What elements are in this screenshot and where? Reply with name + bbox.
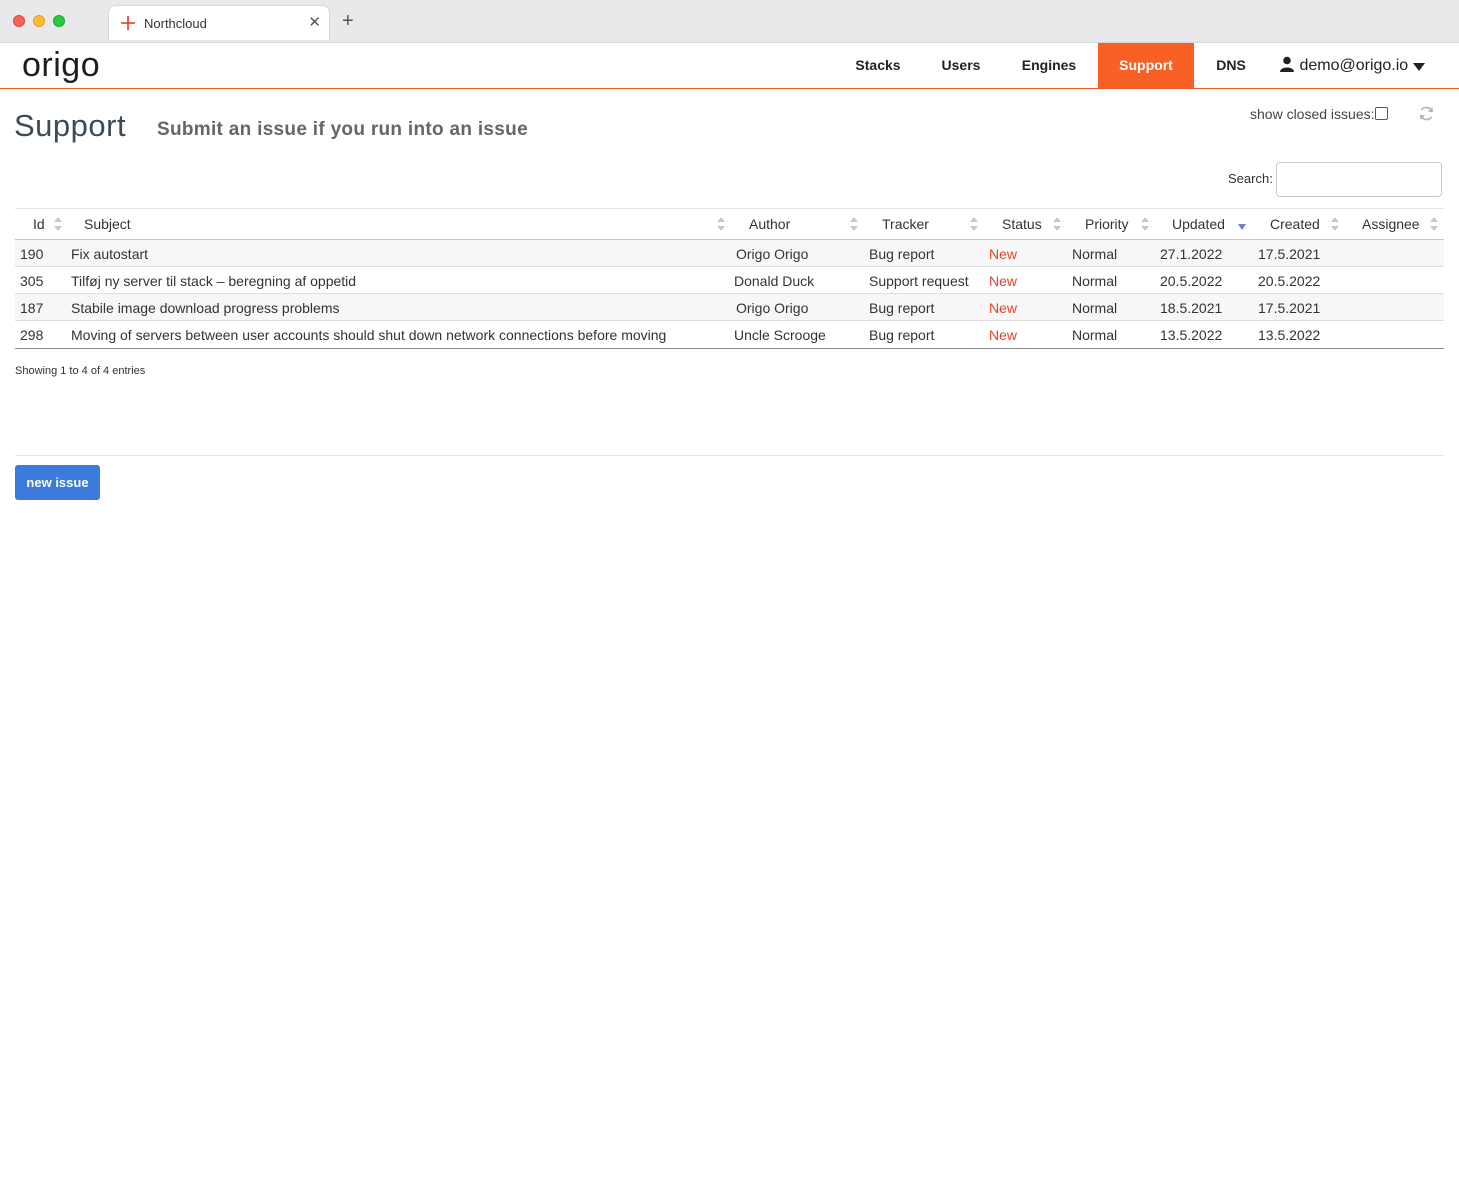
sort-icon[interactable] xyxy=(1430,217,1438,231)
column-header-status[interactable]: Status xyxy=(1002,216,1042,232)
column-header-assignee[interactable]: Assignee xyxy=(1362,216,1420,232)
tab-title: Northcloud xyxy=(144,16,207,31)
search-label: Search: xyxy=(1228,171,1273,186)
cell-priority: Normal xyxy=(1072,273,1118,289)
sort-icon[interactable] xyxy=(970,217,978,231)
browser-tab[interactable]: Northcloud ✕ xyxy=(108,5,330,40)
column-header-subject[interactable]: Subject xyxy=(84,216,131,232)
cell-tracker: Bug report xyxy=(869,300,935,316)
cell-subject[interactable]: Tilføj ny server til stack – beregning a… xyxy=(71,273,356,289)
cell-created: 17.5.2021 xyxy=(1258,246,1321,262)
nav-stacks[interactable]: Stacks xyxy=(838,43,918,88)
page-title: Support xyxy=(14,108,127,143)
new-issue-button[interactable]: new issue xyxy=(15,465,100,500)
sort-icon[interactable] xyxy=(1053,217,1061,231)
column-header-updated[interactable]: Updated xyxy=(1172,216,1225,232)
cell-created: 13.5.2022 xyxy=(1258,327,1321,343)
table-bottom-border xyxy=(15,348,1444,349)
sort-icon[interactable] xyxy=(1141,217,1149,231)
cell-tracker: Bug report xyxy=(869,246,935,262)
logo[interactable]: origo xyxy=(22,46,100,85)
maximize-window-button[interactable] xyxy=(53,15,65,27)
table-row[interactable]: 305 Tilføj ny server til stack – beregni… xyxy=(15,267,1444,294)
sort-icon[interactable] xyxy=(850,217,858,231)
cell-priority: Normal xyxy=(1072,327,1118,343)
cell-status: New xyxy=(989,327,1018,343)
cell-author: Origo Origo xyxy=(736,300,809,316)
table-header: Id Subject Author Tracker Status Priorit… xyxy=(15,208,1444,240)
cell-id: 305 xyxy=(20,273,44,289)
cell-tracker: Support request xyxy=(869,273,969,289)
caret-down-icon xyxy=(1412,63,1425,71)
minimize-window-button[interactable] xyxy=(33,15,45,27)
user-email: demo@origo.io xyxy=(1299,57,1409,74)
cell-subject[interactable]: Moving of servers between user accounts … xyxy=(71,327,666,343)
cell-author: Origo Origo xyxy=(736,246,809,262)
cell-status: New xyxy=(989,273,1018,289)
cell-author: Donald Duck xyxy=(734,273,815,289)
table-info: Showing 1 to 4 of 4 entries xyxy=(15,365,146,377)
cell-updated: 20.5.2022 xyxy=(1160,273,1223,289)
user-menu[interactable]: demo@origo.io xyxy=(1279,43,1425,88)
column-header-created[interactable]: Created xyxy=(1270,216,1320,232)
cell-priority: Normal xyxy=(1072,246,1118,262)
cell-subject[interactable]: Fix autostart xyxy=(71,246,148,262)
cell-author: Uncle Scrooge xyxy=(734,327,826,343)
search-input[interactable] xyxy=(1276,162,1442,197)
column-header-tracker[interactable]: Tracker xyxy=(882,216,929,232)
sort-icon[interactable] xyxy=(54,217,62,231)
navbar: origo Stacks Users Engines Support DNS d… xyxy=(0,43,1459,89)
column-header-id[interactable]: Id xyxy=(33,216,45,232)
cell-id: 298 xyxy=(20,327,44,343)
nav-support[interactable]: Support xyxy=(1098,43,1194,88)
sort-desc-icon[interactable] xyxy=(1238,223,1246,231)
divider xyxy=(15,455,1444,456)
nav-dns[interactable]: DNS xyxy=(1206,43,1256,88)
cell-id: 187 xyxy=(20,300,44,316)
page-subtitle: Submit an issue if you run into an issue xyxy=(157,119,528,140)
sort-icon[interactable] xyxy=(1331,217,1339,231)
show-closed-checkbox[interactable] xyxy=(1375,107,1388,120)
column-header-priority[interactable]: Priority xyxy=(1085,216,1129,232)
cell-tracker: Bug report xyxy=(869,327,935,343)
refresh-icon[interactable] xyxy=(1418,105,1435,122)
browser-chrome: Northcloud ✕ + xyxy=(0,0,1459,43)
new-tab-icon[interactable]: + xyxy=(342,9,354,33)
user-icon xyxy=(1280,56,1294,72)
cell-created: 17.5.2021 xyxy=(1258,300,1321,316)
nav-engines[interactable]: Engines xyxy=(1006,43,1092,88)
sort-icon[interactable] xyxy=(717,217,725,231)
cell-updated: 27.1.2022 xyxy=(1160,246,1223,262)
tab-close-icon[interactable]: ✕ xyxy=(308,13,321,31)
table-row[interactable]: 187 Stabile image download progress prob… xyxy=(15,294,1444,321)
show-closed-label: show closed issues: xyxy=(1250,106,1375,122)
nav-users[interactable]: Users xyxy=(928,43,994,88)
cell-priority: Normal xyxy=(1072,300,1118,316)
table-row[interactable]: 298 Moving of servers between user accou… xyxy=(15,321,1444,348)
cell-status: New xyxy=(989,300,1018,316)
cell-created: 20.5.2022 xyxy=(1258,273,1321,289)
close-window-button[interactable] xyxy=(13,15,25,27)
table-row[interactable]: 190 Fix autostart Origo Origo Bug report… xyxy=(15,240,1444,267)
cell-id: 190 xyxy=(20,246,44,262)
column-header-author[interactable]: Author xyxy=(749,216,790,232)
cell-updated: 13.5.2022 xyxy=(1160,327,1223,343)
cell-subject[interactable]: Stabile image download progress problems xyxy=(71,300,339,316)
northcloud-favicon-icon xyxy=(121,16,135,30)
cell-status: New xyxy=(989,246,1018,262)
cell-updated: 18.5.2021 xyxy=(1160,300,1223,316)
